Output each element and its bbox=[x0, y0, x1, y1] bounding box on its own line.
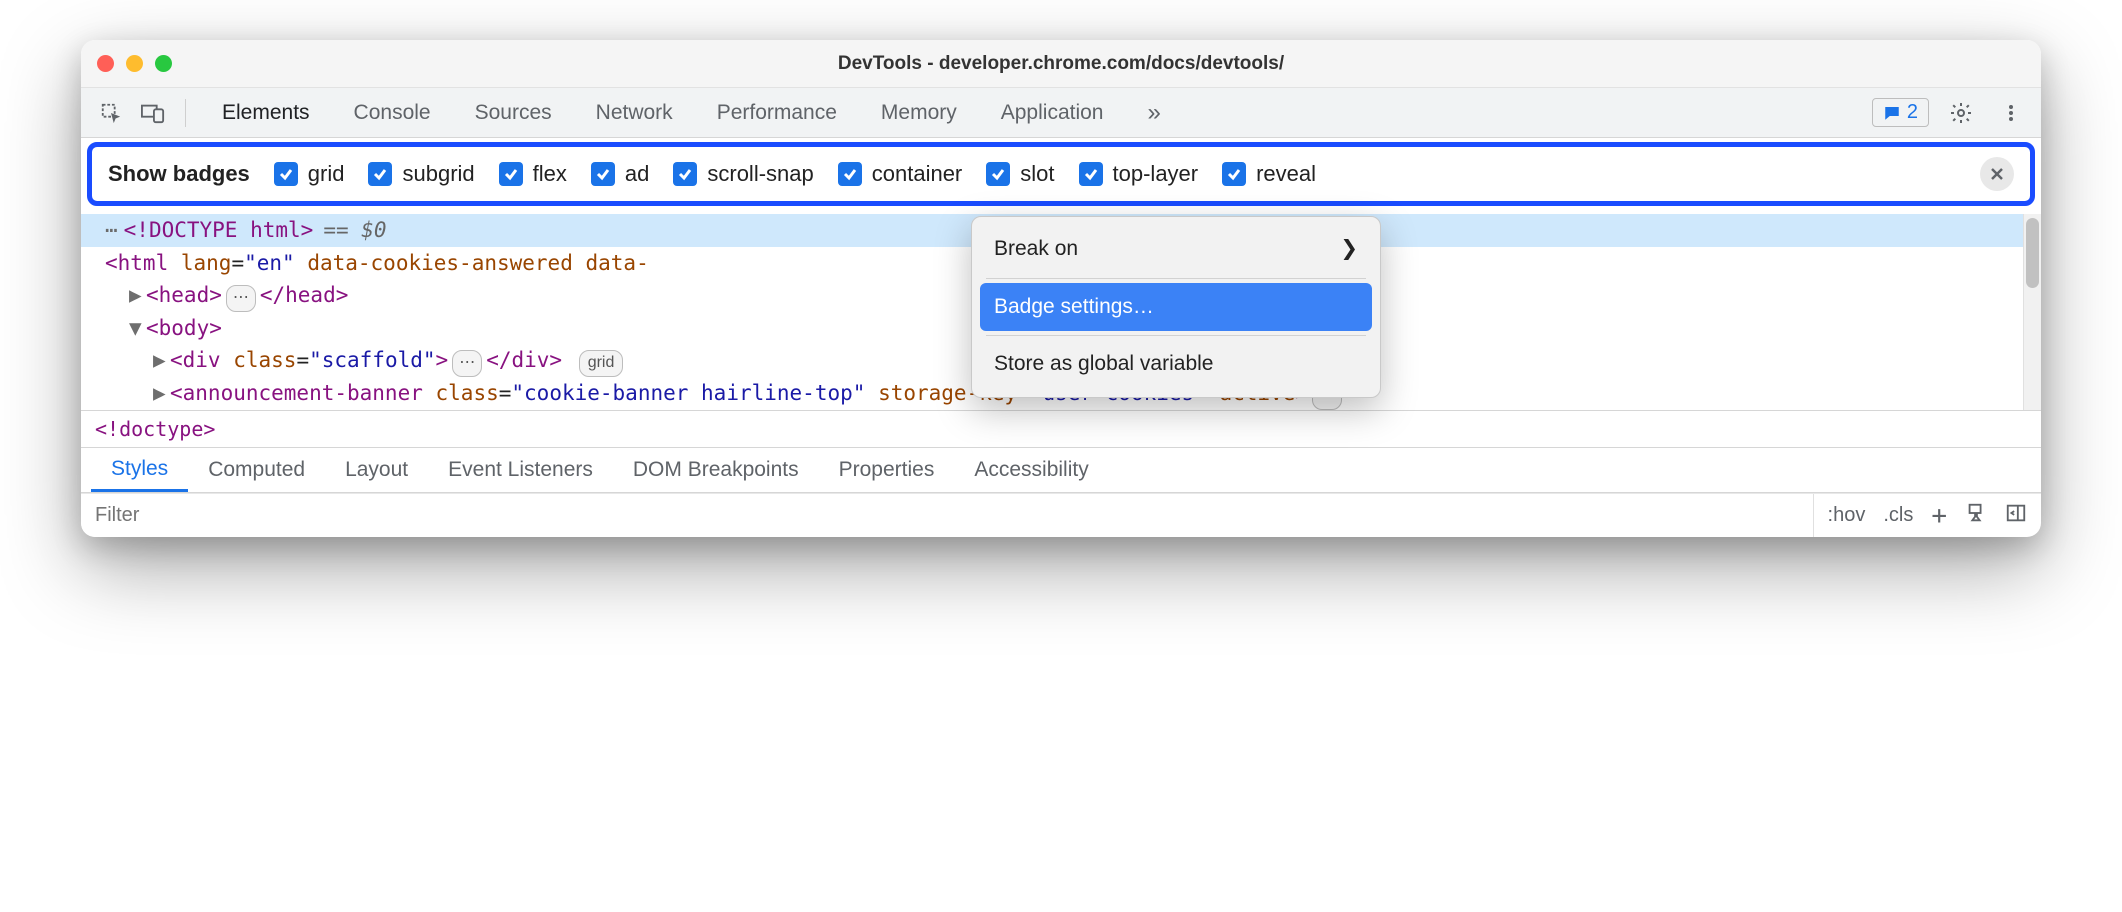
context-separator bbox=[986, 335, 1366, 336]
styles-tab-computed[interactable]: Computed bbox=[188, 448, 325, 492]
paint-brush-icon[interactable] bbox=[1965, 502, 1987, 529]
traffic-lights bbox=[97, 55, 172, 72]
inspect-element-icon[interactable] bbox=[93, 95, 129, 131]
settings-gear-icon[interactable] bbox=[1943, 95, 1979, 131]
minimize-window-button[interactable] bbox=[126, 55, 143, 72]
cls-toggle-button[interactable]: .cls bbox=[1883, 504, 1913, 527]
collapse-arrow-icon[interactable]: ▼ bbox=[129, 312, 143, 345]
badge-checkbox-slot[interactable]: slot bbox=[986, 161, 1054, 187]
maximize-window-button[interactable] bbox=[155, 55, 172, 72]
titlebar: DevTools - developer.chrome.com/docs/dev… bbox=[81, 40, 2041, 88]
computed-sidebar-toggle-icon[interactable] bbox=[2005, 502, 2027, 529]
badge-checkbox-grid[interactable]: grid bbox=[274, 161, 345, 187]
styles-tab-accessibility[interactable]: Accessibility bbox=[954, 448, 1108, 492]
tab-elements[interactable]: Elements bbox=[200, 88, 332, 138]
more-menu-icon[interactable] bbox=[1993, 95, 2029, 131]
tab-memory[interactable]: Memory bbox=[859, 88, 979, 138]
tab-console[interactable]: Console bbox=[332, 88, 453, 138]
tab-sources[interactable]: Sources bbox=[453, 88, 574, 138]
close-window-button[interactable] bbox=[97, 55, 114, 72]
tabs-overflow-button[interactable]: » bbox=[1125, 88, 1182, 138]
styles-tab-dom-breakpoints[interactable]: DOM Breakpoints bbox=[613, 448, 819, 492]
checkbox-checked-icon bbox=[673, 162, 697, 186]
show-badges-label: Show badges bbox=[108, 161, 250, 187]
issues-count: 2 bbox=[1907, 101, 1918, 124]
issues-badge[interactable]: 2 bbox=[1872, 98, 1929, 127]
checkbox-checked-icon bbox=[274, 162, 298, 186]
checkbox-checked-icon bbox=[1222, 162, 1246, 186]
close-badges-bar-button[interactable] bbox=[1980, 157, 2014, 191]
context-item-badge-settings[interactable]: Badge settings… bbox=[980, 283, 1372, 332]
styles-tab-styles[interactable]: Styles bbox=[91, 448, 188, 492]
dom-tree[interactable]: ⋯<!DOCTYPE html>== $0 <html lang="en" da… bbox=[81, 214, 2041, 410]
expand-arrow-icon[interactable]: ▶ bbox=[153, 344, 167, 377]
styles-filter-controls: :hov .cls + bbox=[1813, 494, 2041, 537]
main-toolbar: Elements Console Sources Network Perform… bbox=[81, 88, 2041, 138]
tab-network[interactable]: Network bbox=[574, 88, 695, 138]
ellipsis-badge[interactable]: ⋯ bbox=[226, 285, 256, 312]
context-item-store-global[interactable]: Store as global variable bbox=[980, 340, 1372, 389]
checkbox-checked-icon bbox=[368, 162, 392, 186]
context-menu: Break on ❯ Badge settings… Store as glob… bbox=[971, 216, 1381, 398]
toolbar-right: 2 bbox=[1872, 95, 2029, 131]
styles-filter-row: :hov .cls + bbox=[81, 493, 2041, 537]
toolbar-separator bbox=[185, 99, 186, 127]
chevron-right-icon: ❯ bbox=[1340, 233, 1358, 266]
device-toggle-icon[interactable] bbox=[135, 95, 171, 131]
checkbox-checked-icon bbox=[591, 162, 615, 186]
badge-checkbox-top-layer[interactable]: top-layer bbox=[1079, 161, 1199, 187]
message-icon bbox=[1883, 104, 1901, 122]
checkbox-checked-icon bbox=[499, 162, 523, 186]
context-separator bbox=[986, 278, 1366, 279]
dom-scrollbar[interactable] bbox=[2023, 214, 2041, 410]
new-style-rule-icon[interactable]: + bbox=[1931, 501, 1947, 531]
checkbox-checked-icon bbox=[838, 162, 862, 186]
scrollbar-thumb[interactable] bbox=[2026, 218, 2039, 288]
selection-dots-icon: ⋯ bbox=[105, 218, 120, 242]
badge-checkbox-subgrid[interactable]: subgrid bbox=[368, 161, 474, 187]
panel-tabs: Elements Console Sources Network Perform… bbox=[200, 88, 1866, 138]
styles-filter-input[interactable] bbox=[81, 494, 1813, 537]
badge-checkbox-scroll-snap[interactable]: scroll-snap bbox=[673, 161, 813, 187]
styles-panel-tabs: Styles Computed Layout Event Listeners D… bbox=[81, 447, 2041, 493]
hov-toggle-button[interactable]: :hov bbox=[1828, 504, 1866, 527]
badge-checkbox-ad[interactable]: ad bbox=[591, 161, 649, 187]
styles-tab-event-listeners[interactable]: Event Listeners bbox=[428, 448, 613, 492]
context-item-break-on[interactable]: Break on ❯ bbox=[980, 225, 1372, 274]
devtools-window: DevTools - developer.chrome.com/docs/dev… bbox=[81, 40, 2041, 537]
badge-checkbox-flex[interactable]: flex bbox=[499, 161, 567, 187]
checkbox-checked-icon bbox=[986, 162, 1010, 186]
styles-tab-layout[interactable]: Layout bbox=[325, 448, 428, 492]
expand-arrow-icon[interactable]: ▶ bbox=[129, 279, 143, 312]
ellipsis-badge[interactable]: ⋯ bbox=[452, 350, 482, 377]
window-title: DevTools - developer.chrome.com/docs/dev… bbox=[81, 53, 2041, 75]
badge-checkbox-reveal[interactable]: reveal bbox=[1222, 161, 1316, 187]
styles-tab-properties[interactable]: Properties bbox=[819, 448, 955, 492]
show-badges-bar: Show badges grid subgrid flex ad scroll-… bbox=[87, 142, 2035, 206]
tab-performance[interactable]: Performance bbox=[695, 88, 859, 138]
breadcrumb[interactable]: <!doctype> bbox=[81, 410, 2041, 447]
badge-checkbox-container[interactable]: container bbox=[838, 161, 963, 187]
close-icon bbox=[1988, 165, 2006, 183]
checkbox-checked-icon bbox=[1079, 162, 1103, 186]
tab-application[interactable]: Application bbox=[979, 88, 1126, 138]
grid-badge[interactable]: grid bbox=[579, 350, 624, 377]
expand-arrow-icon[interactable]: ▶ bbox=[153, 377, 167, 410]
